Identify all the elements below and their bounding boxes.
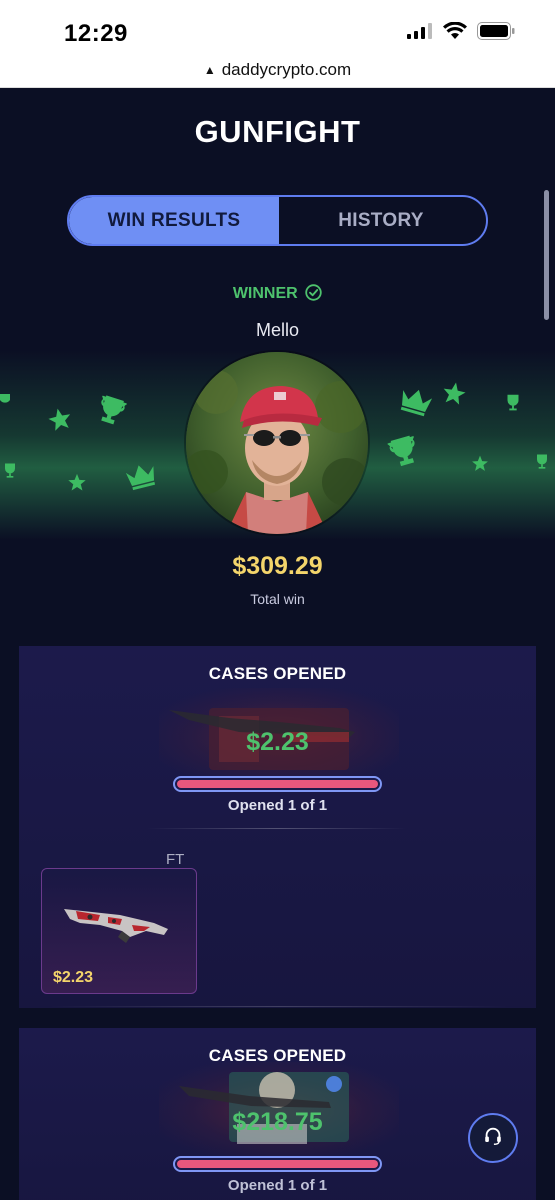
- trophy-icon: [0, 460, 20, 487]
- winner-avatar: [186, 352, 368, 534]
- opened-count: Opened 1 of 1: [227, 797, 328, 814]
- trophy-icon: [0, 392, 14, 419]
- trophy-icon: [502, 392, 524, 419]
- trophy-icon: [532, 450, 552, 479]
- weapon-skin-image: [60, 895, 170, 950]
- wifi-icon: [443, 21, 467, 45]
- item-price: $2.23: [53, 969, 94, 986]
- page-title: GUNFIGHT: [194, 114, 361, 149]
- winner-name: Mello: [255, 320, 299, 340]
- check-circle-icon: [302, 284, 322, 302]
- progress-fill: [177, 1160, 378, 1168]
- trophy-icon: [386, 434, 422, 475]
- headset-icon: [482, 1125, 504, 1152]
- battery-icon: [477, 22, 515, 45]
- case-value: $2.23: [246, 728, 309, 756]
- tab-win-results[interactable]: WIN RESULTS: [69, 197, 279, 244]
- opened-count: Opened 1 of 1: [227, 1177, 328, 1194]
- total-win-amount: $309.29: [232, 552, 323, 580]
- total-win-label: Total win: [250, 591, 305, 607]
- lock-icon: ▲: [203, 63, 216, 77]
- progress-fill: [177, 780, 378, 788]
- divider: [49, 1006, 509, 1007]
- divider: [147, 828, 407, 829]
- url-text: daddycrypto.com: [221, 60, 352, 79]
- open-progress-bar: [173, 776, 382, 792]
- cases-opened-card: CASES OPENED $2.23 Opened 1 of 1 FT $2.2…: [19, 646, 536, 1008]
- cases-opened-card: CASES OPENED $218.75 Opened 1 of 1: [19, 1028, 536, 1200]
- results-toggle: WIN RESULTS HISTORY: [67, 195, 488, 246]
- crown-icon: [398, 384, 434, 421]
- star-icon: [46, 406, 74, 439]
- star-icon: [470, 454, 490, 479]
- url-bar[interactable]: ▲ daddycrypto.com: [0, 58, 555, 88]
- item-card[interactable]: FT $2.23: [41, 851, 197, 994]
- case-value: $218.75: [232, 1108, 323, 1136]
- star-icon: [66, 472, 88, 499]
- winner-label-row: WINNER: [0, 284, 555, 303]
- tab-history[interactable]: HISTORY: [276, 197, 486, 244]
- status-bar: 12:29: [0, 0, 555, 58]
- signal-icon: [407, 23, 433, 44]
- trophy-icon: [94, 394, 128, 433]
- star-icon: [440, 380, 468, 413]
- crown-icon: [124, 460, 158, 495]
- card-title: CASES OPENED: [208, 664, 347, 683]
- system-icons: [407, 21, 515, 45]
- item-condition: FT: [166, 851, 185, 868]
- winner-label: WINNER: [232, 285, 298, 302]
- support-chat-button[interactable]: [468, 1113, 518, 1163]
- status-time: 12:29: [64, 20, 128, 47]
- open-progress-bar: [173, 1156, 382, 1172]
- page-content: GUNFIGHT WIN RESULTS HISTORY WINNER Mell…: [0, 88, 555, 1200]
